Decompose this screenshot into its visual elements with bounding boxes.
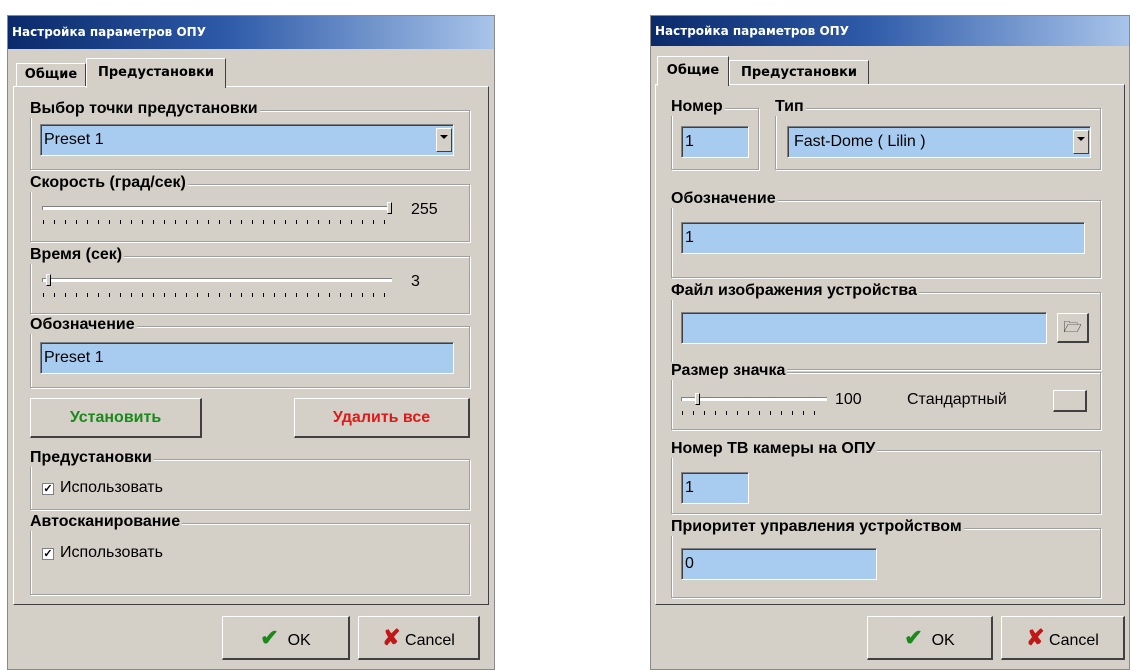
type-value: Fast-Dome ( Lilin ) [794, 133, 926, 150]
time-slider-track [42, 278, 392, 282]
type-select[interactable]: Fast-Dome ( Lilin ) [787, 126, 1091, 158]
icon-size-slider-thumb[interactable] [695, 393, 700, 405]
tab-presets[interactable]: Предустановки [86, 58, 226, 88]
speed-slider-ticks [43, 220, 389, 224]
image-file-field[interactable] [681, 312, 1047, 344]
check-icon: ✔ [260, 625, 279, 650]
time-title: Время (сек) [30, 246, 125, 264]
camera-number-value: 1 [685, 479, 694, 496]
chevron-down-icon[interactable] [436, 128, 452, 152]
number-title: Номер [671, 98, 725, 116]
icon-size-slider-ticks [682, 411, 824, 415]
close-icon: ✘ [382, 625, 401, 650]
set-button[interactable]: Установить [30, 398, 202, 438]
cancel-label: Cancel [1049, 632, 1099, 649]
icon-size-slider-track [681, 397, 827, 401]
camera-number-title: Номер ТВ камеры на ОПУ [671, 440, 878, 458]
icon-size-value: 100 [835, 391, 862, 408]
preset-select[interactable]: Preset 1 [40, 124, 454, 156]
speed-slider-track [42, 206, 392, 210]
folder-open-icon[interactable]: 🗁 [1057, 313, 1089, 343]
presets-use-checkbox[interactable]: ✓ [42, 483, 54, 495]
number-value: 1 [685, 133, 694, 150]
check-icon: ✔ [904, 625, 923, 650]
ok-label: OK [931, 632, 955, 649]
speed-group: Скорость (град/сек) [30, 174, 470, 242]
ok-button[interactable]: ✔ OK [867, 616, 993, 660]
time-slider-thumb[interactable] [46, 274, 51, 286]
window-title: Настройка параметров ОПУ [8, 16, 494, 49]
chevron-down-icon[interactable] [1073, 130, 1089, 154]
ok-label: OK [287, 632, 311, 649]
cancel-button[interactable]: ✘ Cancel [358, 616, 480, 660]
tab-general[interactable]: Общие [16, 63, 86, 86]
device-settings-dialog: Настройка параметров ОПУ Общие Предустан… [650, 15, 1130, 670]
designation-value: Preset 1 [44, 349, 104, 366]
designation-value: 1 [685, 229, 694, 246]
designation-title: Обозначение [671, 190, 778, 208]
priority-field[interactable]: 0 [681, 548, 877, 580]
window-title: Настройка параметров ОПУ [651, 16, 1129, 46]
type-title: Тип [775, 98, 806, 116]
time-group: Время (сек) [30, 246, 470, 314]
speed-slider-thumb[interactable] [387, 202, 392, 214]
standard-button[interactable] [1053, 390, 1087, 412]
preset-settings-dialog: Настройка параметров ОПУ Общие Предустан… [7, 15, 495, 670]
presets-title: Предустановки [30, 449, 154, 467]
tab-general[interactable]: Общие [657, 56, 729, 86]
speed-title: Скорость (град/сек) [30, 174, 188, 192]
ok-button[interactable]: ✔ OK [222, 616, 350, 660]
designation-field[interactable]: 1 [681, 222, 1085, 254]
designation-title: Обозначение [30, 316, 137, 334]
close-icon: ✘ [1026, 625, 1045, 650]
time-value: 3 [411, 273, 420, 290]
icon-size-group: Размер значка [671, 362, 1101, 430]
number-field[interactable]: 1 [681, 126, 749, 158]
speed-value: 255 [411, 201, 438, 218]
preset-select-value: Preset 1 [44, 131, 104, 148]
priority-value: 0 [685, 555, 694, 572]
presets-use-label: Использовать [60, 479, 163, 496]
delete-all-button[interactable]: Удалить все [294, 398, 470, 438]
icon-size-title: Размер значка [671, 362, 788, 380]
camera-number-field[interactable]: 1 [681, 472, 749, 504]
standard-label: Стандартный [907, 391, 1007, 408]
tab-presets[interactable]: Предустановки [729, 60, 869, 85]
preset-select-title: Выбор точки предустановки [30, 100, 260, 118]
designation-field[interactable]: Preset 1 [40, 342, 454, 374]
autoscan-use-checkbox[interactable]: ✓ [42, 548, 54, 560]
priority-title: Приоритет управления устройством [671, 518, 964, 536]
time-slider-ticks [43, 293, 389, 297]
autoscan-title: Автосканирование [30, 513, 183, 531]
image-file-title: Файл изображения устройства [671, 282, 919, 300]
autoscan-use-label: Использовать [60, 544, 163, 561]
cancel-button[interactable]: ✘ Cancel [1001, 616, 1125, 660]
cancel-label: Cancel [405, 632, 455, 649]
